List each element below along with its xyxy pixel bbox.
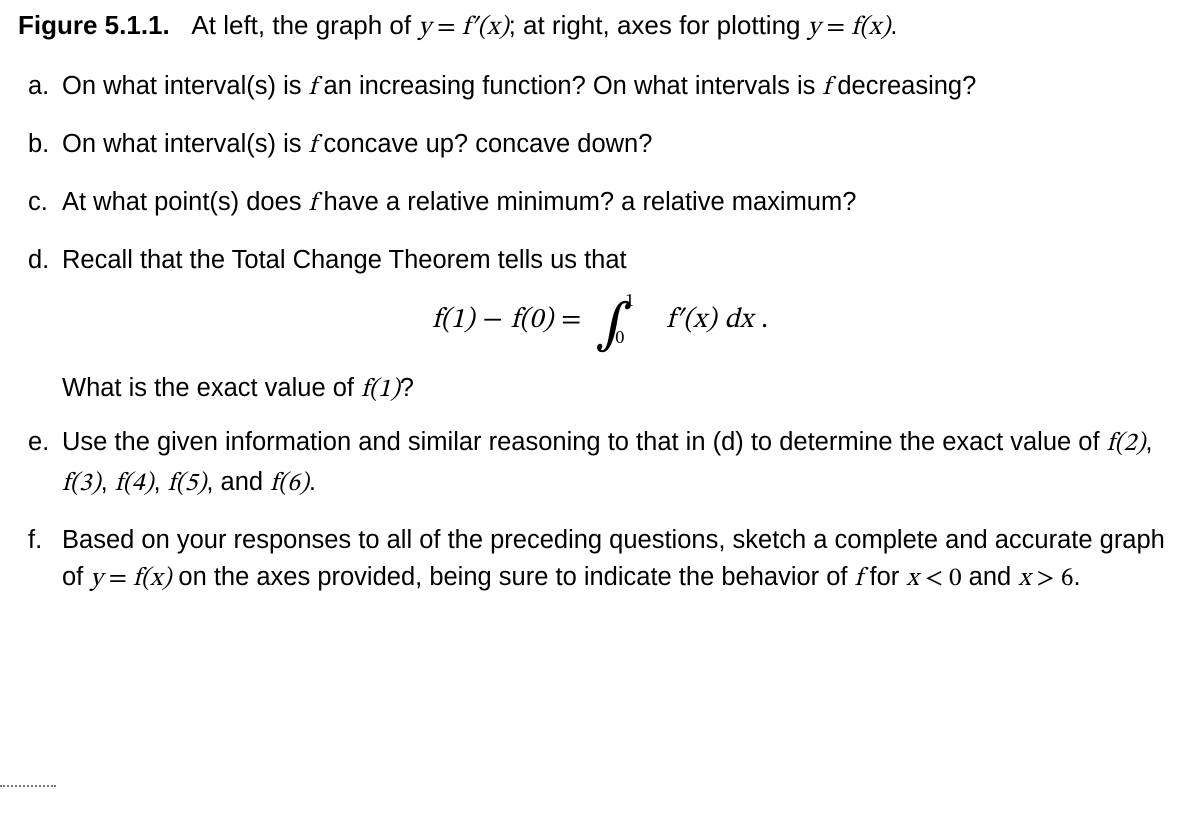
item-marker: c. bbox=[28, 184, 58, 221]
item-marker: e. bbox=[28, 424, 58, 461]
item-marker: b. bbox=[28, 126, 58, 163]
item-body: At what point(s) does f have a relative … bbox=[62, 184, 1182, 224]
page-edge-dots-icon bbox=[0, 785, 56, 787]
display-equation: f(1) − f(0) = ∫ 1 0 f′(x) dx. bbox=[18, 299, 1182, 342]
eq-lhs2: f(0) bbox=[511, 303, 553, 338]
item-f: f. Based on your responses to all of the… bbox=[62, 522, 1182, 599]
eq-equals: = bbox=[561, 303, 581, 338]
item-body: Use the given information and similar re… bbox=[62, 424, 1182, 504]
eq-period: . bbox=[761, 303, 768, 338]
question-list: a. On what interval(s) is f an increasin… bbox=[18, 68, 1182, 279]
item-b: b. On what interval(s) is f concave up? … bbox=[62, 126, 1182, 166]
item-a: a. On what interval(s) is f an increasin… bbox=[62, 68, 1182, 108]
integral-icon: ∫ 1 0 bbox=[595, 299, 632, 342]
item-marker: f. bbox=[28, 522, 58, 559]
item-body: Based on your responses to all of the pr… bbox=[62, 522, 1182, 599]
eq-minus: − bbox=[483, 303, 503, 338]
item-c: c. At what point(s) does f have a relati… bbox=[62, 184, 1182, 224]
figure-caption: Figure 5.1.1. At left, the graph of y = … bbox=[18, 8, 1182, 46]
figure-label: Figure 5.1.1. bbox=[18, 10, 170, 40]
eq-lhs: f(1) bbox=[432, 303, 474, 338]
eq-dx: dx bbox=[725, 303, 754, 338]
item-marker: d. bbox=[28, 242, 58, 279]
caption-text: At left, the graph of y = f′(x); at righ… bbox=[177, 10, 898, 40]
item-marker: a. bbox=[28, 68, 58, 105]
item-e: e. Use the given information and similar… bbox=[62, 424, 1182, 504]
question-list-continued: e. Use the given information and similar… bbox=[18, 424, 1182, 599]
item-body: On what interval(s) is f an increasing f… bbox=[62, 68, 1182, 108]
integral-lower: 0 bbox=[615, 330, 624, 348]
integral-upper: 1 bbox=[625, 293, 634, 311]
eq-integrand: f′(x) bbox=[666, 303, 716, 338]
item-d-followup: What is the exact value of f(1)? bbox=[18, 370, 1182, 410]
item-body: On what interval(s) is f concave up? con… bbox=[62, 126, 1182, 166]
item-body: Recall that the Total Change Theorem tel… bbox=[62, 242, 1182, 279]
page-root: Figure 5.1.1. At left, the graph of y = … bbox=[0, 0, 1200, 815]
item-d: d. Recall that the Total Change Theorem … bbox=[62, 242, 1182, 279]
